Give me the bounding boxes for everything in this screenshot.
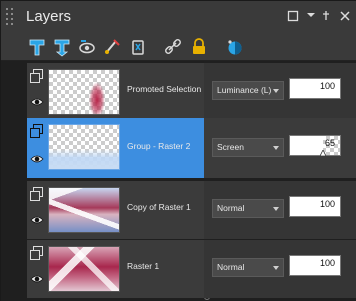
visibility-eye-icon[interactable] (30, 213, 44, 225)
new-layer-group-icon[interactable] (77, 37, 97, 57)
layer-name[interactable]: Group - Raster 2 (127, 141, 190, 151)
opacity-value: 100 (319, 81, 335, 91)
layer-properties: Normal 100 (204, 240, 356, 298)
layers-panel: Layers Promoted Selection Group - Raster… (0, 0, 356, 301)
blend-mode-value: Screen (217, 142, 244, 152)
visibility-eye-icon[interactable] (30, 95, 44, 107)
blend-mode-dropdown[interactable]: Screen (212, 138, 284, 157)
layer-type-icon[interactable] (30, 69, 44, 83)
menu-dropdown-icon[interactable] (304, 10, 318, 24)
new-raster-layer-icon[interactable] (27, 37, 47, 57)
layer-row[interactable]: Copy of Raster 1 (27, 181, 204, 239)
blend-mode-dropdown[interactable]: Normal (212, 199, 284, 218)
layer-properties: Normal 100 (204, 181, 356, 239)
pin-icon[interactable] (319, 10, 333, 24)
grip-icon[interactable] (5, 7, 17, 27)
layer-thumbnail (48, 69, 120, 115)
layer-name[interactable]: Raster 1 (127, 261, 159, 271)
adjustment-layer-icon[interactable] (225, 37, 245, 57)
layer-thumbnail (48, 187, 120, 233)
opacity-slider[interactable]: 100 (289, 255, 341, 276)
new-mask-layer-icon[interactable] (102, 37, 122, 57)
opacity-value: 100 (319, 258, 335, 268)
blend-mode-value: Normal (217, 203, 245, 213)
layer-name[interactable]: Copy of Raster 1 (127, 202, 191, 212)
layer-thumbnail (48, 246, 120, 292)
visibility-eye-icon[interactable] (30, 152, 44, 164)
chevron-down-icon (273, 89, 279, 93)
layer-type-icon[interactable] (30, 246, 44, 260)
blend-mode-dropdown[interactable]: Luminance (L) (212, 81, 284, 100)
layer-properties: Luminance (L) 100 (204, 63, 356, 121)
opacity-slider[interactable]: 65 (289, 135, 341, 156)
link-icon[interactable] (163, 37, 183, 57)
delete-layer-icon[interactable] (128, 37, 148, 57)
chevron-down-icon (273, 266, 279, 270)
layer-row-selected[interactable]: Group - Raster 2 (27, 118, 204, 178)
layer-thumbnail (48, 124, 120, 170)
layer-row[interactable]: Promoted Selection (27, 63, 204, 121)
blend-mode-value: Normal (217, 262, 245, 272)
panel-title: Layers (26, 8, 72, 25)
title-bar[interactable]: Layers (1, 1, 356, 33)
opacity-marker-icon[interactable] (320, 150, 326, 156)
chevron-down-icon (273, 207, 279, 211)
visibility-eye-icon[interactable] (30, 272, 44, 284)
close-icon[interactable] (338, 10, 352, 24)
opacity-value: 100 (319, 199, 335, 209)
layer-type-icon[interactable] (30, 187, 44, 201)
chevron-down-icon (273, 146, 279, 150)
layer-properties: Screen 65 (204, 118, 356, 178)
opacity-slider[interactable]: 100 (289, 78, 341, 99)
lock-icon[interactable] (189, 37, 209, 57)
layers-toolbar (1, 33, 356, 61)
opacity-fill (290, 136, 323, 155)
new-vector-layer-icon[interactable] (52, 37, 72, 57)
opacity-value: 65 (324, 138, 335, 148)
blend-mode-value: Luminance (L) (217, 85, 272, 95)
blend-mode-dropdown[interactable]: Normal (212, 258, 284, 277)
opacity-slider[interactable]: 100 (289, 196, 341, 217)
layer-name[interactable]: Promoted Selection (127, 84, 201, 94)
maximize-icon[interactable] (286, 10, 300, 24)
layer-row[interactable]: Raster 1 (27, 240, 204, 298)
layer-group-type-icon[interactable] (30, 124, 44, 138)
